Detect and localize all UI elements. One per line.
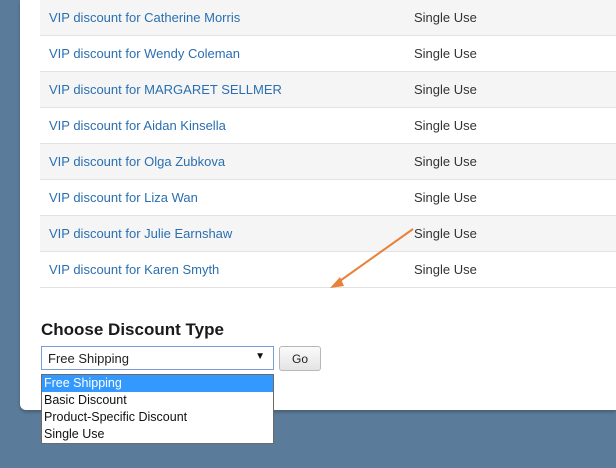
discount-name-link[interactable]: VIP discount for Karen Smyth (40, 262, 414, 277)
discounts-table: VIP discount for Catherine Morris Single… (40, 0, 616, 288)
discount-type-select[interactable]: Free Shipping ▼ (41, 346, 274, 370)
section-title: Choose Discount Type (41, 320, 224, 339)
discount-name-link[interactable]: VIP discount for MARGARET SELLMER (40, 82, 414, 97)
table-row: VIP discount for Olga Zubkova Single Use (40, 144, 616, 180)
table-row: VIP discount for Karen Smyth Single Use (40, 252, 616, 288)
table-row: VIP discount for Wendy Coleman Single Us… (40, 36, 616, 72)
dropdown-option[interactable]: Basic Discount (42, 392, 273, 409)
table-row: VIP discount for Liza Wan Single Use (40, 180, 616, 216)
discount-type: Single Use (414, 82, 477, 97)
discount-name-link[interactable]: VIP discount for Aidan Kinsella (40, 118, 414, 133)
discount-type: Single Use (414, 10, 477, 25)
discount-name-link[interactable]: VIP discount for Catherine Morris (40, 10, 414, 25)
table-row: VIP discount for Catherine Morris Single… (40, 0, 616, 36)
discount-type: Single Use (414, 46, 477, 61)
go-button[interactable]: Go (279, 346, 321, 371)
discount-type: Single Use (414, 190, 477, 205)
discount-type-dropdown: Free Shipping Basic Discount Product-Spe… (41, 374, 274, 444)
discount-name-link[interactable]: VIP discount for Liza Wan (40, 190, 414, 205)
discount-type: Single Use (414, 154, 477, 169)
discount-name-link[interactable]: VIP discount for Julie Earnshaw (40, 226, 414, 241)
discount-name-link[interactable]: VIP discount for Wendy Coleman (40, 46, 414, 61)
table-row: VIP discount for Aidan Kinsella Single U… (40, 108, 616, 144)
dropdown-option[interactable]: Product-Specific Discount (42, 409, 273, 426)
discount-type: Single Use (414, 262, 477, 277)
table-row: VIP discount for Julie Earnshaw Single U… (40, 216, 616, 252)
discount-type: Single Use (414, 118, 477, 133)
discount-name-link[interactable]: VIP discount for Olga Zubkova (40, 154, 414, 169)
chevron-down-icon[interactable]: ▼ (255, 351, 265, 362)
table-row: VIP discount for MARGARET SELLMER Single… (40, 72, 616, 108)
discount-type: Single Use (414, 226, 477, 241)
dropdown-option[interactable]: Free Shipping (42, 375, 273, 392)
content-panel: VIP discount for Catherine Morris Single… (20, 0, 616, 444)
dropdown-option[interactable]: Single Use (42, 426, 273, 443)
select-value: Free Shipping (48, 350, 129, 366)
